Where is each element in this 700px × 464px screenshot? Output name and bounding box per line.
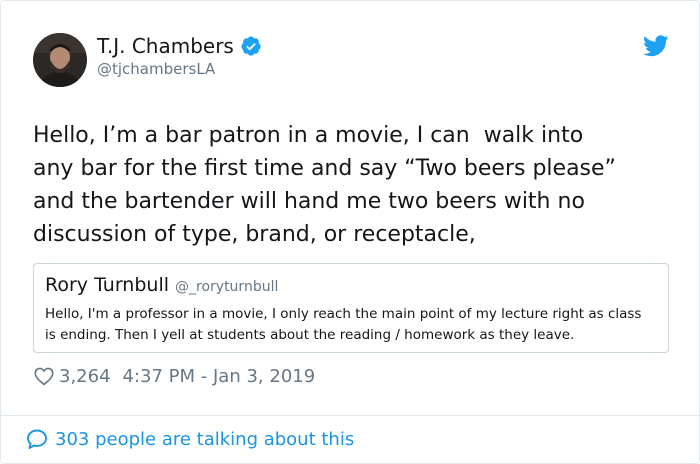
quoted-handle: @_roryturnbull [175,279,279,295]
tweet-meta: 3,264 4:37 PM - Jan 3, 2019 [33,365,315,387]
tweet-timestamp[interactable]: 4:37 PM - Jan 3, 2019 [123,366,316,387]
author-display-name[interactable]: T.J. Chambers [97,33,234,59]
verified-badge-icon [241,36,261,56]
quoted-display-name: Rory Turnbull [45,274,170,296]
tweet-card: T.J. Chambers @tjchambersLA Hello, I’m a… [0,0,700,464]
author-name-row: T.J. Chambers [97,33,262,59]
user-avatar-icon [33,33,87,87]
speech-bubble-icon [27,429,47,449]
talking-about-label[interactable]: 303 people are talking about this [55,429,354,450]
avatar[interactable] [33,33,87,87]
conversation-link[interactable]: 303 people are talking about this [25,427,354,451]
tweet-text: Hello, I’m a bar patron in a movie, I ca… [33,123,616,247]
author-handle[interactable]: @tjchambersLA [97,59,215,79]
quoted-tweet[interactable]: Rory Turnbull @_roryturnbull Hello, I'm … [33,263,669,353]
quoted-tweet-text: Hello, I'm a professor in a movie, I onl… [45,306,642,343]
like-count[interactable]: 3,264 [59,366,111,387]
quoted-tweet-header: Rory Turnbull @_roryturnbull [45,274,278,296]
divider [1,415,699,416]
heart-icon[interactable] [33,365,55,387]
twitter-bird-icon[interactable] [643,35,669,57]
